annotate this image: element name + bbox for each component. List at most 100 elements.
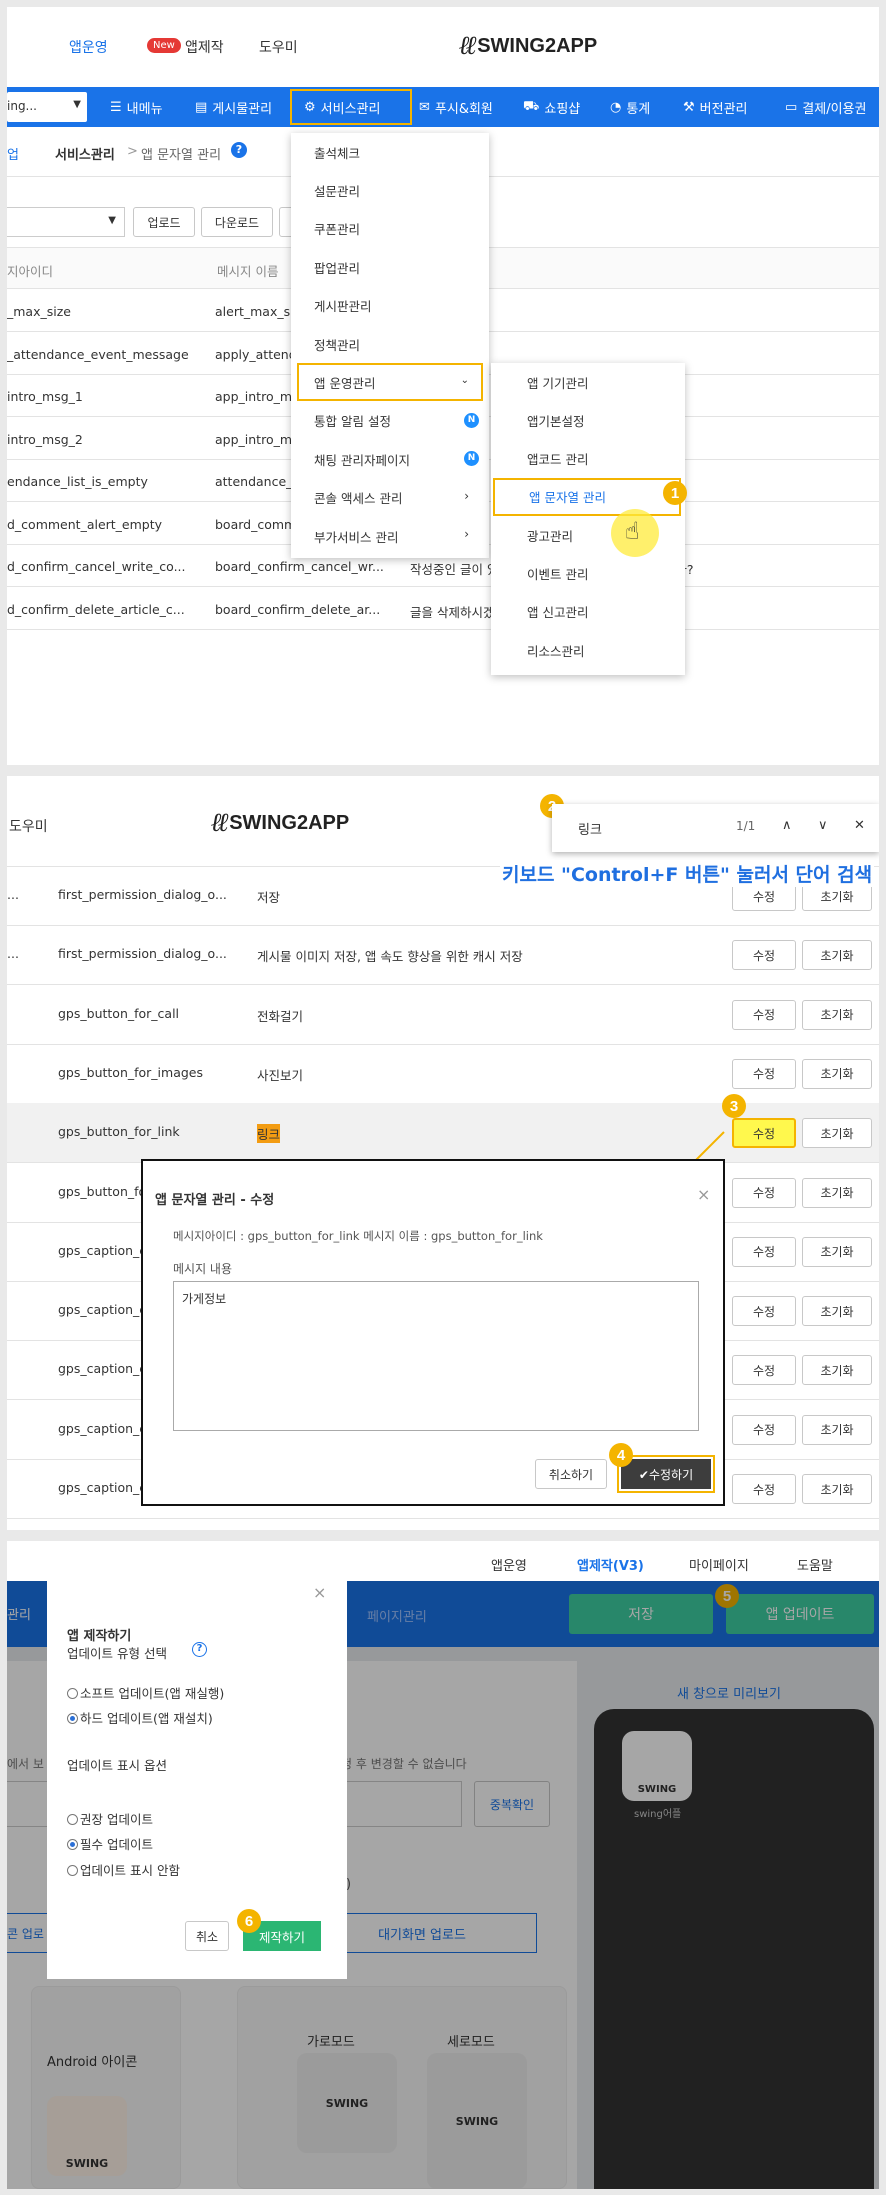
menu-service-manage[interactable]: ⚙ 서비스관리	[304, 87, 380, 127]
reset-button[interactable]: 초기화	[802, 999, 872, 1030]
edit-button[interactable]: 수정	[732, 1414, 796, 1445]
submenu-item[interactable]: 앱 신고관리	[491, 593, 685, 631]
reset-button[interactable]: 초기화	[802, 1177, 872, 1208]
reset-button[interactable]: 초기화	[802, 1058, 872, 1089]
menu-stats[interactable]: ◔ 통계	[610, 87, 650, 127]
find-close-icon[interactable]: ✕	[854, 818, 865, 833]
step-6-badge: 6	[237, 1909, 261, 1933]
step-4-badge: 4	[609, 1443, 633, 1467]
submenu-item[interactable]: 이벤트 관리	[491, 555, 685, 593]
new-badge: N	[464, 412, 479, 428]
edit-modal: 앱 문자열 관리 - 수정 × 메시지아이디 : gps_button_for_…	[141, 1159, 725, 1506]
top-nav: 앱운영 앱제작(V3) 마이페이지 도움말	[7, 1541, 879, 1581]
edit-button[interactable]: 수정	[732, 1355, 796, 1386]
find-next-icon[interactable]: ∨	[818, 818, 828, 833]
cancel-button[interactable]: 취소하기	[535, 1459, 607, 1489]
help-icon[interactable]: ?	[192, 1642, 207, 1657]
nav-help[interactable]: 도움말	[797, 1555, 833, 1574]
find-count: 1/1	[736, 819, 756, 833]
reset-button[interactable]: 초기화	[802, 940, 872, 971]
new-badge: N	[464, 451, 479, 467]
nav-help[interactable]: 도우미	[9, 816, 48, 836]
nav-help[interactable]: 도우미	[259, 37, 298, 57]
search-hint: 키보드 "Control+F 버튼" 눌러서 단어 검색	[500, 860, 875, 887]
reset-button[interactable]: 초기화	[802, 1414, 872, 1445]
submenu-label: 이벤트 관리	[527, 567, 589, 582]
service-menu-item[interactable]: 설문관리	[291, 171, 489, 209]
close-icon[interactable]: ×	[313, 1583, 326, 1602]
cell-message-id: d_comment_alert_empty	[7, 516, 163, 532]
edit-button[interactable]: 수정	[732, 1296, 796, 1327]
reset-button[interactable]: 초기화	[802, 1474, 872, 1504]
service-menu-item[interactable]: 앱 운영관리 ⌄	[297, 363, 483, 402]
nav-app-make-v3[interactable]: 앱제작(V3)	[577, 1555, 644, 1574]
service-menu-item[interactable]: 팝업관리	[291, 248, 489, 286]
breadcrumb-service[interactable]: 서비스관리	[55, 144, 115, 163]
cell-message-name: gps_button_for_images	[58, 1064, 203, 1080]
cell-message-id: endance_list_is_empty	[7, 474, 148, 489]
close-icon[interactable]: ×	[697, 1185, 710, 1204]
find-input[interactable]: 링크	[578, 819, 602, 838]
menu-shop[interactable]: ⛟ 쇼핑샵	[523, 87, 580, 127]
submenu-label: 리소스관리	[527, 643, 585, 659]
chevron-right-icon: ›	[464, 527, 469, 541]
submenu-item[interactable]: 앱코드 관리	[491, 440, 685, 478]
menu-version[interactable]: ⚒ 버전관리	[683, 87, 748, 127]
nav-app-make[interactable]: 앱제작	[185, 37, 224, 57]
edit-button[interactable]: 수정	[732, 999, 796, 1030]
row-divider	[7, 925, 879, 926]
edit-button[interactable]: 수정	[732, 1058, 796, 1089]
cell-message-name: app_intro_ms	[215, 389, 299, 404]
submenu-item[interactable]: 앱 문자열 관리	[493, 477, 681, 516]
service-menu-label: 부가서비스 관리	[314, 529, 399, 545]
edit-button[interactable]: 수정	[732, 940, 796, 971]
cancel-button[interactable]: 취소	[185, 1921, 229, 1951]
cell-message-id: intro_msg_1	[7, 389, 83, 404]
service-menu-item[interactable]: 부가서비스 관리 ›	[291, 517, 489, 555]
filter-select[interactable]: ▼	[7, 207, 125, 237]
nav-app-operation[interactable]: 앱운영	[491, 1555, 527, 1574]
service-menu-item[interactable]: 쿠폰관리	[291, 210, 489, 248]
find-prev-icon[interactable]: ∧	[782, 818, 792, 833]
menu-post-manage[interactable]: ▤ 게시물관리	[195, 87, 272, 127]
service-menu-item[interactable]: 채팅 관리자페이지 N	[291, 440, 489, 478]
breadcrumb-left[interactable]: 업	[7, 144, 19, 163]
submenu-item[interactable]: 앱 기기관리	[491, 363, 685, 401]
upload-button[interactable]: 업로드	[133, 207, 195, 237]
submenu-item[interactable]: 리소스관리	[491, 631, 685, 669]
download-button[interactable]: 다운로드	[201, 207, 273, 237]
menu-push-member[interactable]: ✉ 푸시&회원	[419, 87, 493, 127]
service-menu-label: 게시판관리	[314, 299, 372, 315]
edit-button[interactable]: 수정	[732, 1177, 796, 1208]
document-icon: ▤	[195, 99, 208, 115]
radio-recommended[interactable]: 권장 업데이트	[67, 1809, 153, 1828]
help-icon[interactable]: ?	[231, 142, 247, 158]
service-menu-item[interactable]: 게시판관리	[291, 287, 489, 325]
nav-app-operation[interactable]: 앱운영	[69, 37, 108, 57]
radio-soft-update[interactable]: 소프트 업데이트(앱 재실행)	[67, 1683, 224, 1702]
menu-payment[interactable]: ▭ 결제/이용권	[785, 87, 866, 127]
submit-button[interactable]: ✔수정하기	[621, 1459, 711, 1489]
edit-button[interactable]: 수정	[732, 1236, 796, 1267]
reset-button[interactable]: 초기화	[802, 1355, 872, 1386]
message-textarea[interactable]: 가게정보	[173, 1281, 699, 1431]
radio-hard-update[interactable]: 하드 업데이트(앱 재설치)	[67, 1708, 213, 1727]
cell-message-name: board_confirm_cancel_wr...	[215, 559, 384, 574]
service-menu-item[interactable]: 콘솔 액세스 관리 ›	[291, 479, 489, 517]
app-select[interactable]: ing... ▼	[7, 92, 87, 122]
highlight-row-bg	[7, 1091, 879, 1149]
menu-my-menu[interactable]: ☰ 내메뉴	[110, 87, 163, 127]
service-menu-item[interactable]: 통합 알림 설정 N	[291, 402, 489, 440]
reset-button[interactable]: 초기화	[802, 1296, 872, 1327]
service-menu-item[interactable]: 정책관리	[291, 325, 489, 363]
app-build-modal: × 앱 제작하기 업데이트 유형 선택 ? 소프트 업데이트(앱 재실행) 하드…	[47, 1577, 347, 1979]
radio-required[interactable]: 필수 업데이트	[67, 1834, 153, 1853]
service-menu-item[interactable]: 출석체크	[291, 133, 489, 171]
nav-mypage[interactable]: 마이페이지	[689, 1555, 749, 1574]
submenu-item[interactable]: 앱기본설정	[491, 401, 685, 439]
radio-none[interactable]: 업데이트 표시 안함	[67, 1860, 180, 1879]
edit-button[interactable]: 수정	[732, 1474, 796, 1504]
logo[interactable]: ℓℓ SWING2APP	[459, 31, 597, 61]
logo[interactable]: ℓℓ SWING2APP	[211, 808, 349, 838]
reset-button[interactable]: 초기화	[802, 1236, 872, 1267]
